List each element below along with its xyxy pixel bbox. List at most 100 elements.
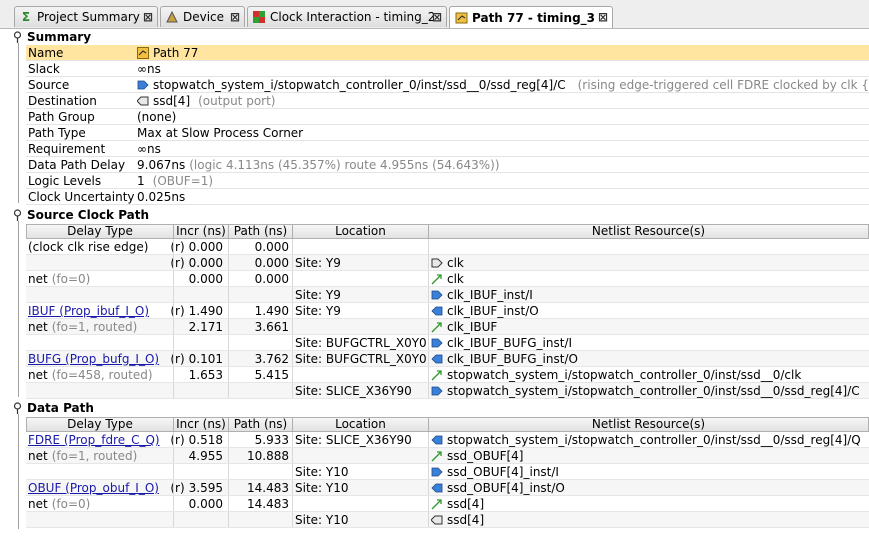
tab-clock-interaction[interactable]: Clock Interaction - timing_2 ⊠ bbox=[247, 6, 447, 27]
table-row[interactable]: Site: Y10 ssd_OBUF[4]_inst/I bbox=[26, 464, 869, 480]
netlist-resource-cell[interactable]: clk_IBUF_inst/I bbox=[429, 287, 869, 303]
summary-row-logic-levels[interactable]: Logic Levels 1 (OBUF=1) bbox=[26, 173, 869, 189]
netlist-resource-cell[interactable]: clk bbox=[429, 271, 869, 287]
data-path-delay-value: 9.067ns bbox=[137, 158, 186, 172]
netlist-resource-cell[interactable]: ssd_OBUF[4]_inst/O bbox=[429, 480, 869, 496]
table-row[interactable]: Site: SLICE_X36Y90 stopwatch_system_i/sto… bbox=[26, 383, 869, 399]
table-row[interactable]: net (fo=458, routed) 1.653 5.415 stopwatch_s… bbox=[26, 367, 869, 383]
netlist-resource-cell[interactable]: stopwatch_system_i/stopwatch_controller_… bbox=[429, 367, 869, 383]
netlist-resource-name: ssd[4] bbox=[447, 497, 485, 511]
column-divider bbox=[292, 496, 293, 511]
netlist-resource-cell[interactable] bbox=[429, 239, 869, 255]
tab-path-77[interactable]: Path 77 - timing_3 ⊠ bbox=[449, 6, 613, 28]
summary-value: ssd[4] (output port) bbox=[137, 93, 275, 109]
table-row[interactable]: OBUF (Prop_obuf_I_O) (r) 3.595 14.483 Site: … bbox=[26, 480, 869, 496]
column-header-incr[interactable]: Incr (ns) bbox=[174, 418, 229, 431]
netlist-resource-cell[interactable]: stopwatch_system_i/stopwatch_controller_… bbox=[429, 432, 869, 448]
table-row[interactable]: Site: Y9 clk_IBUF_inst/I bbox=[26, 287, 869, 303]
pin-icon[interactable] bbox=[12, 31, 23, 43]
column-divider bbox=[428, 255, 429, 270]
summary-row-name[interactable]: Name Path 77 bbox=[26, 45, 869, 61]
netlist-resource-cell[interactable]: clk_IBUF_BUFG_inst/I bbox=[429, 335, 869, 351]
table-row[interactable]: (r) 0.000 0.000 Site: Y9 clk bbox=[26, 255, 869, 271]
device-icon bbox=[165, 10, 179, 24]
netlist-resource-cell[interactable]: clk bbox=[429, 255, 869, 271]
delay-type-link[interactable]: FDRE (Prop_fdre_C_Q) bbox=[28, 433, 160, 447]
column-header-netlist-resources[interactable]: Netlist Resource(s) bbox=[429, 225, 868, 238]
close-icon[interactable]: ⊠ bbox=[598, 10, 608, 24]
close-icon[interactable]: ⊠ bbox=[143, 10, 153, 24]
table-row[interactable]: Site: BUFGCTRL_X0Y0 clk_IBUF_BUFG_inst/I bbox=[26, 335, 869, 351]
table-row[interactable]: IBUF (Prop_ibuf_I_O) (r) 1.490 1.490 Site: Y… bbox=[26, 303, 869, 319]
tab-device[interactable]: Device ⊠ bbox=[160, 6, 245, 27]
netlist-resource-cell[interactable]: clk_IBUF_BUFG_inst/O bbox=[429, 351, 869, 367]
table-row[interactable]: net (fo=0) 0.000 14.483 ssd[4] bbox=[26, 496, 869, 512]
section-title: Data Path bbox=[27, 401, 94, 415]
summary-key: Slack bbox=[28, 62, 60, 76]
netlist-resource-cell[interactable]: stopwatch_system_i/stopwatch_controller_… bbox=[429, 383, 869, 399]
delay-type-link[interactable]: OBUF (Prop_obuf_I_O) bbox=[28, 481, 159, 495]
column-divider bbox=[292, 480, 293, 495]
netlist-resource-cell[interactable]: ssd_OBUF[4] bbox=[429, 448, 869, 464]
close-icon[interactable]: ⊠ bbox=[230, 10, 240, 24]
netlist-resource-cell[interactable]: ssd[4] bbox=[429, 512, 869, 528]
path-value: 3.762 bbox=[254, 352, 289, 366]
summary-row-source[interactable]: Source stopwatch_system_i/stopwatch_cont… bbox=[26, 77, 869, 93]
netlist-resource-cell[interactable]: ssd[4] bbox=[429, 496, 869, 512]
delay-type-text: net bbox=[28, 497, 48, 511]
incr-cell: 0.000 bbox=[146, 271, 225, 287]
location-cell: Site: SLICE_X36Y90 bbox=[295, 384, 412, 398]
net-icon bbox=[431, 499, 442, 510]
incr-value: 1.653 bbox=[188, 368, 223, 382]
table-row[interactable]: net (fo=1, routed) 4.955 10.888 ssd_OBUF[4] bbox=[26, 448, 869, 464]
pin-icon[interactable] bbox=[12, 402, 23, 414]
table-row[interactable]: FDRE (Prop_fdre_C_Q) (r) 0.518 5.933 Site: S… bbox=[26, 432, 869, 448]
summary-row-data-path-delay[interactable]: Data Path Delay 9.067ns (logic 4.113ns (… bbox=[26, 157, 869, 173]
delay-type-link[interactable]: IBUF (Prop_ibuf_I_O) bbox=[28, 304, 149, 318]
summary-section-header[interactable]: Summary bbox=[10, 29, 869, 45]
summary-row-path-type[interactable]: Path Type Max at Slow Process Corner bbox=[26, 125, 869, 141]
column-header-location[interactable]: Location bbox=[293, 418, 429, 431]
summary-value: stopwatch_system_i/stopwatch_controller_… bbox=[137, 77, 869, 93]
summary-row-clock-uncertainty[interactable]: Clock Uncertainty 0.025ns bbox=[26, 189, 869, 205]
netlist-resource-name: stopwatch_system_i/stopwatch_controller_… bbox=[447, 384, 860, 398]
column-header-netlist-resources[interactable]: Netlist Resource(s) bbox=[429, 418, 868, 431]
summary-row-path-group[interactable]: Path Group (none) bbox=[26, 109, 869, 125]
netlist-resource-cell[interactable]: clk_IBUF_inst/O bbox=[429, 303, 869, 319]
tab-label: Path 77 - timing_3 bbox=[472, 10, 596, 25]
column-header-location[interactable]: Location bbox=[293, 225, 429, 238]
delay-type-text: net bbox=[28, 449, 48, 463]
location-cell: Site: Y9 bbox=[295, 256, 341, 270]
source-clock-path-section-header[interactable]: Source Clock Path bbox=[10, 207, 869, 223]
close-icon[interactable]: ⊠ bbox=[432, 10, 442, 24]
column-divider bbox=[173, 351, 174, 366]
netlist-resource-cell[interactable]: clk_IBUF bbox=[429, 319, 869, 335]
column-header-path[interactable]: Path (ns) bbox=[229, 418, 293, 431]
column-header-delay-type[interactable]: Delay Type bbox=[27, 418, 174, 431]
location-cell: Site: Y9 bbox=[295, 304, 341, 318]
summary-row-slack[interactable]: Slack ∞ns bbox=[26, 61, 869, 77]
column-header-delay-type[interactable]: Delay Type bbox=[27, 225, 174, 238]
delay-type-text: net bbox=[28, 272, 48, 286]
column-divider bbox=[173, 287, 174, 302]
summary-row-destination[interactable]: Destination ssd[4] (output port) bbox=[26, 93, 869, 109]
netlist-resource-name: stopwatch_system_i/stopwatch_controller_… bbox=[447, 433, 861, 447]
summary-value: Path 77 bbox=[137, 45, 198, 61]
table-row[interactable]: (clock clk rise edge) (r) 0.000 0.000 bbox=[26, 239, 869, 255]
table-row[interactable]: net (fo=0) 0.000 0.000 clk bbox=[26, 271, 869, 287]
table-row[interactable]: Site: Y10 ssd[4] bbox=[26, 512, 869, 528]
incr-value: 2.171 bbox=[188, 320, 223, 334]
column-header-path[interactable]: Path (ns) bbox=[229, 225, 293, 238]
column-divider bbox=[292, 239, 293, 254]
delay-type-link[interactable]: BUFG (Prop_bufg_I_O) bbox=[28, 352, 159, 366]
pin-icon[interactable] bbox=[12, 209, 23, 221]
table-row[interactable]: net (fo=1, routed) 2.171 3.661 clk_IBUF bbox=[26, 319, 869, 335]
summary-row-requirement[interactable]: Requirement ∞ns bbox=[26, 141, 869, 157]
column-divider bbox=[228, 496, 229, 511]
column-header-incr[interactable]: Incr (ns) bbox=[174, 225, 229, 238]
netlist-resource-cell[interactable]: ssd_OBUF[4]_inst/I bbox=[429, 464, 869, 480]
data-path-section-header[interactable]: Data Path bbox=[10, 400, 869, 416]
netlist-resource-name: ssd_OBUF[4]_inst/O bbox=[447, 481, 565, 495]
table-row[interactable]: BUFG (Prop_bufg_I_O) (r) 0.101 3.762 Site: B… bbox=[26, 351, 869, 367]
tab-project-summary[interactable]: Σ Project Summary ⊠ bbox=[14, 6, 158, 27]
